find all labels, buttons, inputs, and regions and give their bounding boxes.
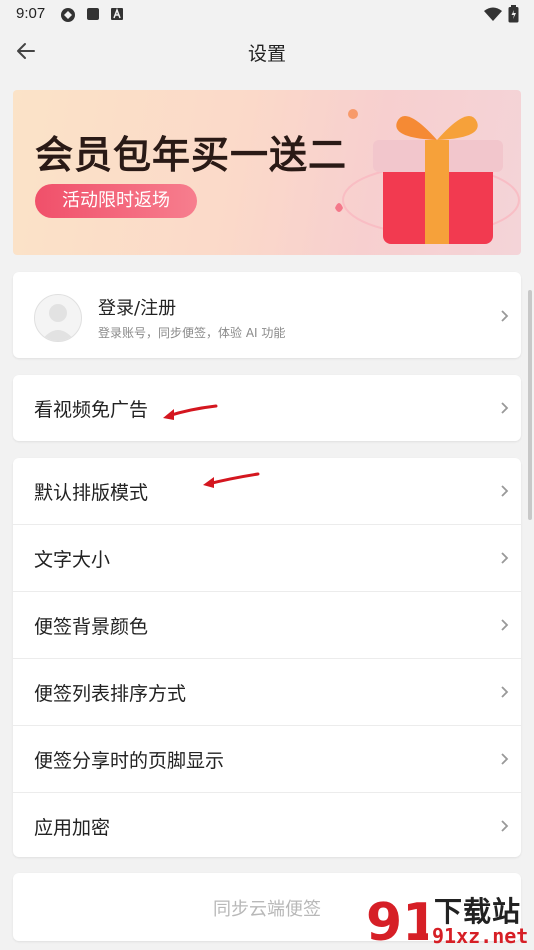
banner-pill: 活动限时返场 bbox=[35, 184, 197, 218]
app-bar: 设置 bbox=[0, 28, 534, 74]
watermark: 91 下载站 91xz.net bbox=[362, 888, 534, 950]
wifi-icon bbox=[484, 7, 502, 21]
login-title: 登录/注册 bbox=[98, 298, 177, 319]
sync-status-icon bbox=[61, 8, 75, 22]
avatar bbox=[34, 294, 82, 342]
chevron-right-icon bbox=[501, 686, 509, 698]
settings-item-layout-mode[interactable]: 默认排版模式 bbox=[13, 458, 521, 525]
settings-item-label: 便签分享时的页脚显示 bbox=[34, 750, 225, 772]
chevron-right-icon bbox=[501, 753, 509, 765]
chevron-right-icon bbox=[501, 619, 509, 631]
chevron-right-icon bbox=[501, 552, 509, 564]
banner-headline: 会员包年买一送二 bbox=[35, 133, 348, 177]
login-card[interactable]: 登录/注册 登录账号，同步便签，体验 AI 功能 bbox=[13, 272, 521, 358]
chevron-right-icon bbox=[501, 402, 509, 414]
annotation-arrow-icon bbox=[203, 472, 260, 488]
settings-item-background-color[interactable]: 便签背景颜色 bbox=[13, 592, 521, 659]
settings-item-label: 默认排版模式 bbox=[34, 482, 149, 504]
settings-list-card: 默认排版模式 文字大小 便签背景颜色 便签列表排序方式 便签分享时的页脚显示 应… bbox=[13, 458, 521, 857]
status-bar: 9:07 bbox=[0, 0, 534, 28]
ad-free-card[interactable]: 看视频免广告 bbox=[13, 375, 521, 441]
settings-item-label: 看视频免广告 bbox=[34, 399, 149, 421]
watermark-logo-icon: 91 bbox=[366, 893, 428, 948]
chevron-right-icon bbox=[501, 485, 509, 497]
battery-icon bbox=[508, 5, 519, 23]
watermark-url: 91xz.net bbox=[432, 924, 529, 948]
scrollbar[interactable] bbox=[528, 290, 532, 520]
settings-item-font-size[interactable]: 文字大小 bbox=[13, 525, 521, 592]
settings-item-share-footer[interactable]: 便签分享时的页脚显示 bbox=[13, 726, 521, 793]
app-status-icon bbox=[111, 7, 123, 20]
settings-item-sort-order[interactable]: 便签列表排序方式 bbox=[13, 659, 521, 726]
status-time: 9:07 bbox=[16, 5, 46, 22]
login-subtitle: 登录账号，同步便签，体验 AI 功能 bbox=[98, 326, 286, 340]
gift-box-icon bbox=[335, 109, 520, 244]
annotation-arrow-icon bbox=[163, 404, 218, 420]
settings-item-label: 便签列表排序方式 bbox=[34, 683, 187, 705]
settings-item-app-lock[interactable]: 应用加密 bbox=[13, 793, 521, 859]
settings-item-ad-free[interactable]: 看视频免广告 bbox=[13, 375, 521, 441]
chevron-right-icon bbox=[501, 820, 509, 832]
chevron-right-icon bbox=[501, 310, 509, 322]
user-avatar-icon bbox=[41, 304, 75, 341]
watermark-logo-text: 91 bbox=[366, 893, 428, 948]
settings-item-label: 应用加密 bbox=[34, 817, 111, 839]
vip-promo-banner[interactable]: 会员包年买一送二 活动限时返场 bbox=[13, 90, 521, 255]
square-status-icon bbox=[87, 8, 99, 20]
settings-item-label: 文字大小 bbox=[34, 549, 111, 571]
settings-item-label: 便签背景颜色 bbox=[34, 616, 149, 638]
page-title: 设置 bbox=[247, 43, 286, 65]
